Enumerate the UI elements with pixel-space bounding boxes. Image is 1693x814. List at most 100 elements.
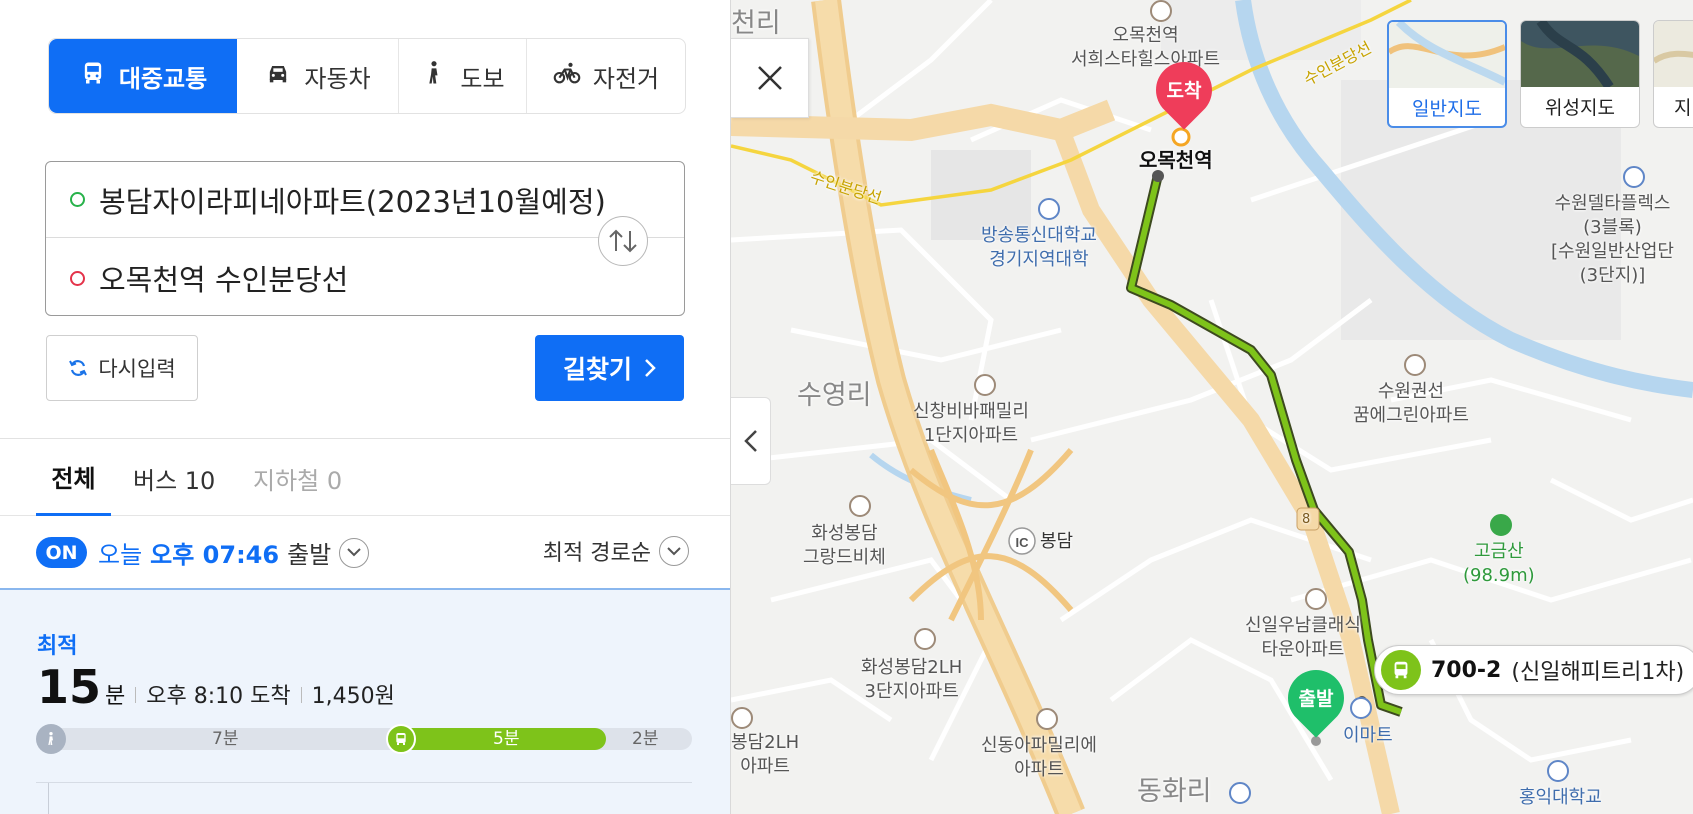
bus-segment-time: 5분 [493, 729, 520, 749]
map-label-apartment[interactable]: 화성봉담 그랑드비체 [803, 522, 886, 570]
apartment-icon[interactable] [731, 707, 753, 729]
mountain-icon[interactable] [1490, 514, 1512, 536]
detail-tick [48, 783, 49, 814]
realtime-on-toggle[interactable]: ON [36, 537, 87, 568]
search-route-button[interactable]: 길찾기 [535, 335, 684, 401]
walk-icon [420, 59, 448, 93]
search-route-label: 길찾기 [562, 355, 632, 384]
destination-text: 오목천역 수인분당선 [99, 263, 349, 297]
tab-subway[interactable]: 지하철 0 [253, 440, 342, 516]
apartment-icon[interactable] [914, 628, 936, 650]
close-directions-button[interactable] [731, 38, 809, 118]
departure-day: 오늘 [98, 541, 143, 569]
duration-unit: 분 [105, 684, 126, 709]
walk-segment-time: 7분 [212, 729, 239, 749]
mode-car[interactable]: 자동차 [237, 39, 399, 113]
chevron-left-icon [743, 430, 757, 452]
chevron-right-icon [645, 359, 656, 377]
map-label-apartment[interactable]: 수원권선 꿈에그린아파트 [1353, 380, 1469, 428]
bike-icon [553, 59, 581, 93]
route-result-card[interactable]: 최적 15 분 오후 8:10 도착 1,450원 7분 5분 2분 [0, 590, 730, 814]
apartment-icon[interactable] [849, 495, 871, 517]
satellite-map-thumbnail [1521, 21, 1639, 87]
mode-walk-label: 도보 [460, 64, 505, 93]
apartment-icon[interactable] [974, 374, 996, 396]
map-label-apartment[interactable]: 봉담2LH 아파트 [731, 731, 799, 779]
map-view[interactable]: IC 천리 오목천역 서희스타힐스아파트 수인분당선 수인분당선 오목천역 방송… [731, 0, 1693, 814]
origin-marker-icon [70, 192, 85, 207]
origin-pin[interactable]: 출발 [1276, 658, 1356, 742]
bus-icon [1381, 650, 1421, 690]
terrain-map-thumbnail [1654, 21, 1693, 87]
reset-button-label: 다시입력 [98, 357, 176, 381]
tab-all[interactable]: 전체 [36, 440, 111, 516]
refresh-icon [69, 360, 88, 376]
mode-bike[interactable]: 자전거 [527, 39, 685, 113]
map-type-terrain-label: 지 [1674, 97, 1692, 119]
map-label-mart[interactable]: 이마트 [1343, 724, 1393, 748]
university-icon[interactable] [1547, 760, 1569, 782]
origin-field[interactable]: 봉담자이라피네아파트(2023년10월예정) [46, 162, 684, 238]
apartment-icon[interactable] [1305, 588, 1327, 610]
collapse-panel-button[interactable] [731, 397, 771, 485]
detail-divider [36, 782, 692, 783]
walk-segment-icon [36, 724, 66, 754]
place-icon[interactable] [1623, 166, 1645, 188]
destination-marker-icon [70, 270, 85, 286]
destination-field[interactable]: 오목천역 수인분당선 [46, 240, 684, 316]
car-icon [264, 59, 292, 93]
map-label-mountain[interactable]: 고금산 (98.9m) [1463, 540, 1535, 588]
swap-arrows-icon [609, 229, 637, 253]
apartment-icon[interactable] [1036, 708, 1058, 730]
departure-time: 오후 07:46 [150, 541, 280, 569]
map-label-apartment[interactable]: 신동아파밀리에 아파트 [981, 734, 1097, 782]
map-type-normal-label: 일반지도 [1412, 98, 1482, 120]
bus-route-callout[interactable]: 700-2 (신일해피트리1차) [1374, 645, 1693, 695]
route-number-shield: 8 [1302, 512, 1311, 527]
apartment-icon[interactable] [1404, 354, 1426, 376]
map-type-normal[interactable]: 일반지도 [1387, 20, 1507, 128]
sort-label: 최적 경로순 [542, 541, 651, 566]
swap-button[interactable] [598, 216, 648, 266]
map-label-apartment[interactable]: 신일우남클래식 타운아파트 [1245, 614, 1361, 662]
best-route-tag: 최적 [37, 634, 78, 659]
origin-pin-label: 출발 [1298, 688, 1334, 710]
tab-bus[interactable]: 버스 10 [133, 440, 215, 516]
chevron-down-icon [339, 537, 370, 568]
result-filter-tabs: 전체 버스 10 지하철 0 [0, 440, 730, 516]
map-label-apartment[interactable]: 화성봉담2LH 3단지아파트 [861, 656, 962, 704]
destination-pin[interactable]: 도착 [1144, 50, 1224, 134]
map-type-satellite[interactable]: 위성지도 [1520, 20, 1640, 128]
mart-icon[interactable] [1350, 697, 1372, 719]
university-icon[interactable] [1038, 198, 1060, 220]
map-label-station[interactable]: 오목천역 [1139, 148, 1213, 172]
map-label-university[interactable]: 방송통신대학교 경기지역대학 [981, 224, 1097, 272]
separator [300, 687, 302, 703]
departure-time-selector[interactable]: 오늘 오후 07:46 출발 [98, 535, 370, 570]
map-label-area: 천리 [731, 8, 781, 39]
total-duration: 15 [37, 660, 102, 714]
sort-selector[interactable]: 최적 경로순 [543, 535, 689, 567]
map-label-area: 동화리 [1137, 776, 1212, 807]
close-icon [757, 66, 782, 90]
final-walk-time: 2분 [632, 729, 659, 749]
bus-segment-icon [386, 724, 416, 754]
mode-walk[interactable]: 도보 [399, 39, 527, 113]
mode-transit[interactable]: 대중교통 [49, 39, 237, 113]
separator [135, 687, 137, 703]
reset-button[interactable]: 다시입력 [46, 335, 198, 401]
destination-pin-label: 도착 [1166, 80, 1202, 102]
fare: 1,450원 [311, 684, 395, 709]
arrival-time: 오후 8:10 도착 [146, 684, 291, 709]
departure-time-bar: ON 오늘 오후 07:46 출발 최적 경로순 [0, 516, 730, 590]
bus-stop-name: (신일해피트리1차) [1511, 660, 1685, 685]
origin-text: 봉담자이라피네아파트(2023년10월예정) [99, 184, 606, 219]
map-type-terrain[interactable]: 지 [1653, 20, 1693, 128]
directions-panel: 대중교통 자동차 도보 자전거 봉담자이라피네아파트(2023년10월예정) 오… [0, 0, 731, 814]
apartment-icon[interactable] [1150, 0, 1172, 22]
map-label-apartment[interactable]: 신창비바패밀리 1단지아파트 [913, 400, 1029, 448]
map-label-university[interactable]: 홍익대학교 [1519, 786, 1602, 810]
map-label-place[interactable]: 수원델타플렉스 (3블록) [수원일반산업단 (3단지)] [1551, 192, 1674, 288]
place-icon[interactable] [1229, 782, 1251, 804]
section-divider [0, 438, 730, 439]
